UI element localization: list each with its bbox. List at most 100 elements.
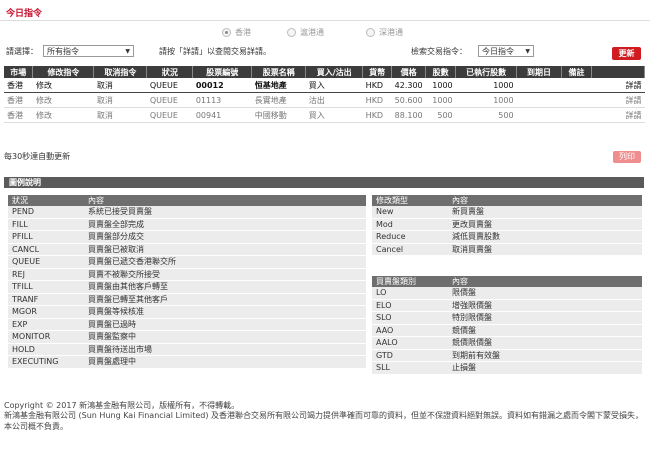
cell-status: QUEUE — [146, 92, 193, 108]
legend-code: CANCL — [8, 243, 84, 256]
legend-col-header: 內容 — [448, 195, 642, 206]
cell-price: 88.100 — [391, 107, 426, 123]
detail-link[interactable]: 詳請 — [591, 107, 645, 123]
legend-row: Cancel 取消買賣盤 — [372, 243, 642, 256]
print-button[interactable]: 列印 — [613, 151, 641, 163]
order-type-legend-table: 買賣盤類別 內容 LO 限價盤 ELO 增強限價盤 SLO 特別限價盤 AAO 競價盤 … — [372, 276, 642, 375]
legend-row: ELO 增強限價盤 — [372, 299, 642, 312]
cell-side: 沽出 — [305, 92, 363, 108]
detail-link[interactable]: 詳請 — [591, 92, 645, 108]
legend-header: 圖例說明 — [4, 177, 644, 188]
search-value: 今日指令 — [482, 46, 514, 56]
legend-code: EXP — [8, 318, 84, 331]
col-header: 股數 — [425, 66, 457, 78]
legend-code: ELO — [372, 299, 448, 312]
legend-desc: 更改買賣盤 — [448, 218, 642, 231]
legend-desc: 買賣盤部分成交 — [84, 230, 366, 244]
legend-desc: 競價盤 — [448, 324, 642, 337]
cell-remark — [561, 92, 592, 108]
legend-row: HOLD 買賣盤待送出市場 — [8, 343, 366, 356]
search-label: 檢索交易指令： — [411, 47, 467, 56]
legend-row: MONITOR 買賣盤監察中 — [8, 330, 366, 344]
legend-row: EXP 買賣盤已過時 — [8, 318, 366, 331]
col-header: 狀況 — [146, 66, 194, 78]
legend-row: PFILL 買賣盤部分成交 — [8, 230, 366, 244]
chevron-down-icon: ▼ — [525, 47, 530, 55]
search-select[interactable]: 今日指令 ▼ — [478, 45, 534, 57]
legend-desc: 買賣盤處理中 — [84, 355, 366, 369]
radio-label: 深港通 — [379, 28, 403, 37]
legend-code: AALO — [372, 336, 448, 350]
cell-expiry — [516, 78, 562, 93]
orders-table: 市場 修改指令 取消指令 狀況 股票編號 股票名稱 買入/沽出 貨幣 價格 股數… — [4, 66, 646, 123]
legend-desc: 減低買賣股數 — [448, 230, 642, 244]
legend-desc: 買賣盤待送出市場 — [84, 343, 366, 356]
legend-row: REJ 買賣不被聯交所接受 — [8, 268, 366, 281]
legend-desc: 買賣盤已轉至其他客戶 — [84, 293, 366, 306]
legend-header-row: 買賣盤類別 內容 — [372, 276, 642, 287]
col-header: 價格 — [391, 66, 427, 78]
legend-row: FILL 買賣盤全部完成 — [8, 218, 366, 231]
cell-ccy: HKD — [362, 107, 392, 123]
refresh-button[interactable]: 更新 — [612, 47, 641, 60]
radio-icon — [366, 28, 375, 37]
cell-market: 香港 — [4, 78, 33, 93]
modify-link[interactable]: 修改 — [32, 78, 94, 93]
legend-row: TFILL 買賣盤由其他客戶轉至 — [8, 280, 366, 294]
cell-remark — [561, 78, 592, 93]
legend-col-header: 狀況 — [8, 195, 84, 206]
legend-row: AALO 競價限價盤 — [372, 336, 642, 350]
title-divider — [0, 20, 650, 21]
legend-desc: 買賣盤由其他客戶轉至 — [84, 280, 366, 294]
cell-code: 00941 — [192, 107, 252, 123]
col-header: 備註 — [561, 66, 592, 78]
radio-market-hk[interactable]: 香港 — [222, 27, 251, 38]
radio-label: 香港 — [235, 28, 251, 37]
legend-desc: 取消買賣盤 — [448, 243, 642, 256]
cell-filled: 1000 — [455, 78, 517, 93]
page-title: 今日指令 — [6, 9, 43, 19]
cell-market: 香港 — [4, 92, 33, 108]
cancel-link[interactable]: 取消 — [93, 107, 147, 123]
radio-market-sh-hk[interactable]: 滬港通 — [287, 27, 324, 38]
detail-link[interactable]: 詳請 — [591, 78, 645, 93]
cell-name: 長實地產 — [251, 92, 306, 108]
legend-code: Cancel — [372, 243, 448, 256]
modify-link[interactable]: 修改 — [32, 107, 94, 123]
legend-row: Reduce 減低買賣股數 — [372, 230, 642, 244]
cell-price: 50.600 — [391, 92, 426, 108]
cell-name: 恒基地產 — [251, 78, 306, 93]
legend-code: EXECUTING — [8, 355, 84, 369]
chevron-down-icon: ▼ — [125, 47, 130, 55]
legend-header-row: 修改類型 內容 — [372, 195, 642, 206]
legend-row: MGOR 買賣盤等候核准 — [8, 305, 366, 319]
col-header: 買入/沽出 — [305, 66, 364, 78]
legend-desc: 止損盤 — [448, 361, 642, 375]
cell-ccy: HKD — [362, 92, 392, 108]
legend-desc: 增強限價盤 — [448, 299, 642, 312]
legend-row: AAO 競價盤 — [372, 324, 642, 337]
legend-desc: 買賣盤等候核准 — [84, 305, 366, 319]
filter-value: 所有指令 — [47, 46, 79, 56]
legend-row: Mod 更改買賣盤 — [372, 218, 642, 231]
legend-code: HOLD — [8, 343, 84, 356]
legend-row: QUEUE 買賣盤已遞交香港聯交所 — [8, 255, 366, 269]
cell-expiry — [516, 107, 562, 123]
legend-code: MGOR — [8, 305, 84, 319]
legend-code: GTD — [372, 349, 448, 362]
modify-link[interactable]: 修改 — [32, 92, 94, 108]
cell-code: 01113 — [192, 92, 252, 108]
filter-select[interactable]: 所有指令 ▼ — [43, 45, 134, 57]
legend-col-header: 內容 — [448, 276, 642, 287]
legend-desc: 買賣盤已過時 — [84, 318, 366, 331]
radio-market-sz-hk[interactable]: 深港通 — [366, 27, 403, 38]
cell-price: 42.300 — [391, 78, 426, 93]
cell-qty: 1000 — [425, 78, 456, 93]
legend-desc: 買賣盤全部完成 — [84, 218, 366, 231]
cell-market: 香港 — [4, 107, 33, 123]
cancel-link[interactable]: 取消 — [93, 92, 147, 108]
cell-name: 中國移動 — [251, 107, 306, 123]
cancel-link[interactable]: 取消 — [93, 78, 147, 93]
legend-col-header: 內容 — [84, 195, 366, 206]
legend-code: REJ — [8, 268, 84, 281]
